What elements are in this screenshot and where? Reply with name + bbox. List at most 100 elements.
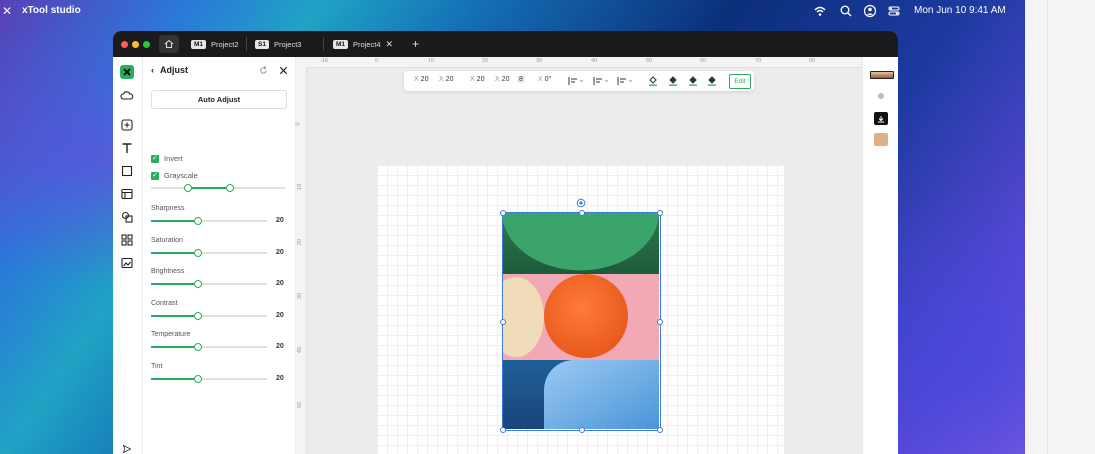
slider-handle[interactable] bbox=[194, 375, 202, 383]
ruler-tick-label: 10 bbox=[428, 58, 435, 64]
temperature-value: 20 bbox=[276, 343, 284, 350]
height-field[interactable]: X 20 bbox=[495, 76, 509, 83]
range-end-handle[interactable] bbox=[226, 184, 234, 192]
wifi-icon[interactable] bbox=[813, 4, 827, 18]
temperature-label: Temperature bbox=[151, 331, 191, 338]
saturation-slider[interactable] bbox=[151, 249, 267, 257]
edit-button[interactable]: Edit bbox=[729, 74, 751, 89]
resize-handle[interactable] bbox=[500, 427, 506, 433]
resize-handle[interactable] bbox=[500, 210, 506, 216]
contrast-label: Contrast bbox=[151, 300, 178, 307]
download-icon[interactable] bbox=[874, 112, 888, 125]
resize-handle[interactable] bbox=[657, 427, 663, 433]
width-field[interactable]: X 20 bbox=[470, 76, 484, 83]
resize-handle[interactable] bbox=[579, 427, 585, 433]
fill-bucket-icon[interactable] bbox=[668, 75, 678, 86]
range-start-handle[interactable] bbox=[184, 184, 192, 192]
xtool-logo-icon[interactable] bbox=[120, 65, 134, 79]
tab-label: Project3 bbox=[273, 39, 302, 49]
fill-bucket-icon[interactable] bbox=[648, 75, 658, 86]
close-window-button[interactable] bbox=[121, 41, 128, 48]
slider-handle[interactable] bbox=[194, 280, 202, 288]
tab-project3[interactable]: S1 Project3 bbox=[255, 35, 301, 53]
app-name[interactable]: xTool studio bbox=[22, 5, 81, 16]
ruler-tick-label: 50 bbox=[646, 58, 653, 64]
lock-ratio-button[interactable]: 8 bbox=[517, 76, 525, 83]
temperature-slider[interactable] bbox=[151, 343, 267, 351]
ai-image-icon[interactable] bbox=[120, 256, 134, 270]
auto-adjust-button[interactable]: Auto Adjust bbox=[151, 90, 287, 109]
reset-icon[interactable] bbox=[259, 66, 268, 75]
resize-handle[interactable] bbox=[657, 210, 663, 216]
fill-bucket-icon[interactable] bbox=[688, 75, 698, 86]
material-swatch[interactable] bbox=[874, 133, 888, 146]
canvas-area[interactable]: -10 0 10 20 30 40 50 60 70 80 0 10 20 30… bbox=[296, 57, 862, 454]
sharpness-label: Sharpness bbox=[151, 205, 185, 212]
cloud-icon[interactable] bbox=[120, 89, 134, 103]
tint-slider[interactable] bbox=[151, 375, 267, 383]
slider-handle[interactable] bbox=[194, 343, 202, 351]
rotate-handle-icon[interactable] bbox=[576, 198, 586, 208]
right-sidebar bbox=[862, 57, 898, 454]
close-icon[interactable] bbox=[279, 66, 288, 75]
back-chevron-icon[interactable]: ‹ bbox=[151, 65, 154, 75]
material-thumbnail[interactable] bbox=[870, 71, 894, 79]
control-center-icon[interactable] bbox=[887, 4, 901, 18]
title-bar: M1 Project2 S1 Project3 M1 Project4 ✕ + bbox=[113, 31, 898, 57]
rectangle-icon[interactable] bbox=[120, 164, 134, 178]
grayscale-range-slider[interactable] bbox=[151, 184, 285, 192]
combine-shapes-icon[interactable] bbox=[120, 210, 134, 224]
maximize-window-button[interactable] bbox=[143, 41, 150, 48]
brightness-value: 20 bbox=[276, 280, 284, 287]
slider-handle[interactable] bbox=[194, 249, 202, 257]
position-y-field[interactable]: X 20 bbox=[439, 76, 453, 83]
layout-icon[interactable] bbox=[120, 187, 134, 201]
rotation-field[interactable]: X 0° bbox=[538, 76, 551, 83]
tab-label: Project4 bbox=[353, 39, 381, 49]
distribute-icon[interactable] bbox=[617, 76, 633, 86]
fill-bucket-icon[interactable] bbox=[707, 75, 717, 86]
ruler-tick-label: 20 bbox=[297, 238, 304, 246]
tab-project4[interactable]: M1 Project4 ✕ bbox=[333, 35, 393, 53]
sharpness-slider[interactable] bbox=[151, 217, 267, 225]
ruler-tick-label: 50 bbox=[297, 401, 304, 409]
resize-handle[interactable] bbox=[657, 319, 663, 325]
send-icon[interactable] bbox=[120, 444, 134, 454]
clock[interactable]: Mon Jun 10 9:41 AM bbox=[914, 5, 1006, 16]
panel-header: ‹ Adjust bbox=[151, 65, 188, 75]
app-window: M1 Project2 S1 Project3 M1 Project4 ✕ + bbox=[113, 31, 898, 454]
selection-box[interactable] bbox=[500, 198, 663, 433]
app-close-icon[interactable]: ✕ bbox=[2, 4, 12, 18]
ruler-tick-label: 30 bbox=[536, 58, 543, 64]
grayscale-checkbox[interactable]: ✓ bbox=[151, 171, 159, 180]
elements-icon[interactable] bbox=[120, 233, 134, 247]
brightness-label: Brightness bbox=[151, 268, 185, 275]
text-icon[interactable] bbox=[120, 141, 134, 155]
invert-checkbox[interactable]: ✓ bbox=[151, 154, 159, 163]
tab-close-icon[interactable]: ✕ bbox=[386, 39, 394, 50]
slider-handle[interactable] bbox=[194, 217, 202, 225]
status-dot bbox=[878, 93, 884, 99]
ruler-tick-label: 20 bbox=[482, 58, 489, 64]
search-icon[interactable] bbox=[839, 4, 853, 18]
home-button[interactable] bbox=[159, 35, 179, 53]
ruler-tick-label: 40 bbox=[297, 346, 304, 354]
position-x-field[interactable]: X 20 bbox=[414, 76, 428, 83]
grayscale-checkbox-row[interactable]: ✓ Grayscale bbox=[151, 171, 198, 180]
align-center-icon[interactable] bbox=[593, 76, 609, 86]
resize-handle[interactable] bbox=[579, 210, 585, 216]
invert-checkbox-row[interactable]: ✓ Invert bbox=[151, 154, 183, 163]
contrast-value: 20 bbox=[276, 312, 284, 319]
brightness-slider[interactable] bbox=[151, 280, 267, 288]
slider-handle[interactable] bbox=[194, 312, 202, 320]
menu-bar: ✕ xTool studio Mon Jun 10 9:41 AM bbox=[0, 0, 1025, 22]
user-icon[interactable] bbox=[863, 4, 877, 18]
contrast-slider[interactable] bbox=[151, 312, 267, 320]
ruler-tick-label: 80 bbox=[809, 58, 816, 64]
add-shape-icon[interactable] bbox=[120, 118, 134, 132]
tab-project2[interactable]: M1 Project2 bbox=[191, 35, 239, 53]
align-left-icon[interactable] bbox=[568, 76, 584, 86]
add-tab-button[interactable]: + bbox=[412, 37, 419, 51]
minimize-window-button[interactable] bbox=[132, 41, 139, 48]
resize-handle[interactable] bbox=[500, 319, 506, 325]
